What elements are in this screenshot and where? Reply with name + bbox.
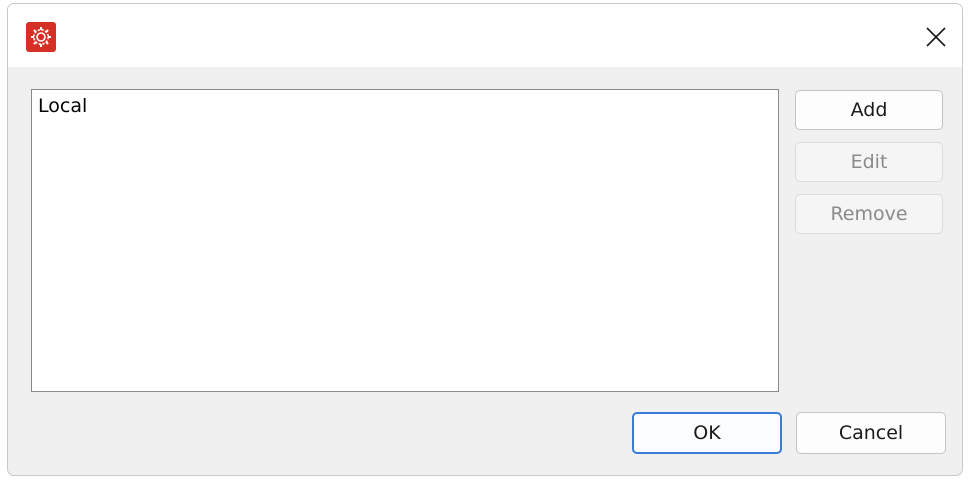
ok-button[interactable]: OK [632,412,782,454]
remove-button[interactable]: Remove [795,194,943,234]
title-bar [8,4,962,67]
close-button[interactable] [918,19,954,55]
location-listbox[interactable]: Local [31,89,779,392]
add-button[interactable]: Add [795,90,943,130]
list-item[interactable]: Local [38,93,87,119]
edit-button[interactable]: Edit [795,142,943,182]
dialog-window: Local Add Edit Remove OK Cancel [7,3,963,476]
cancel-button[interactable]: Cancel [796,412,946,454]
gear-icon [26,22,56,52]
